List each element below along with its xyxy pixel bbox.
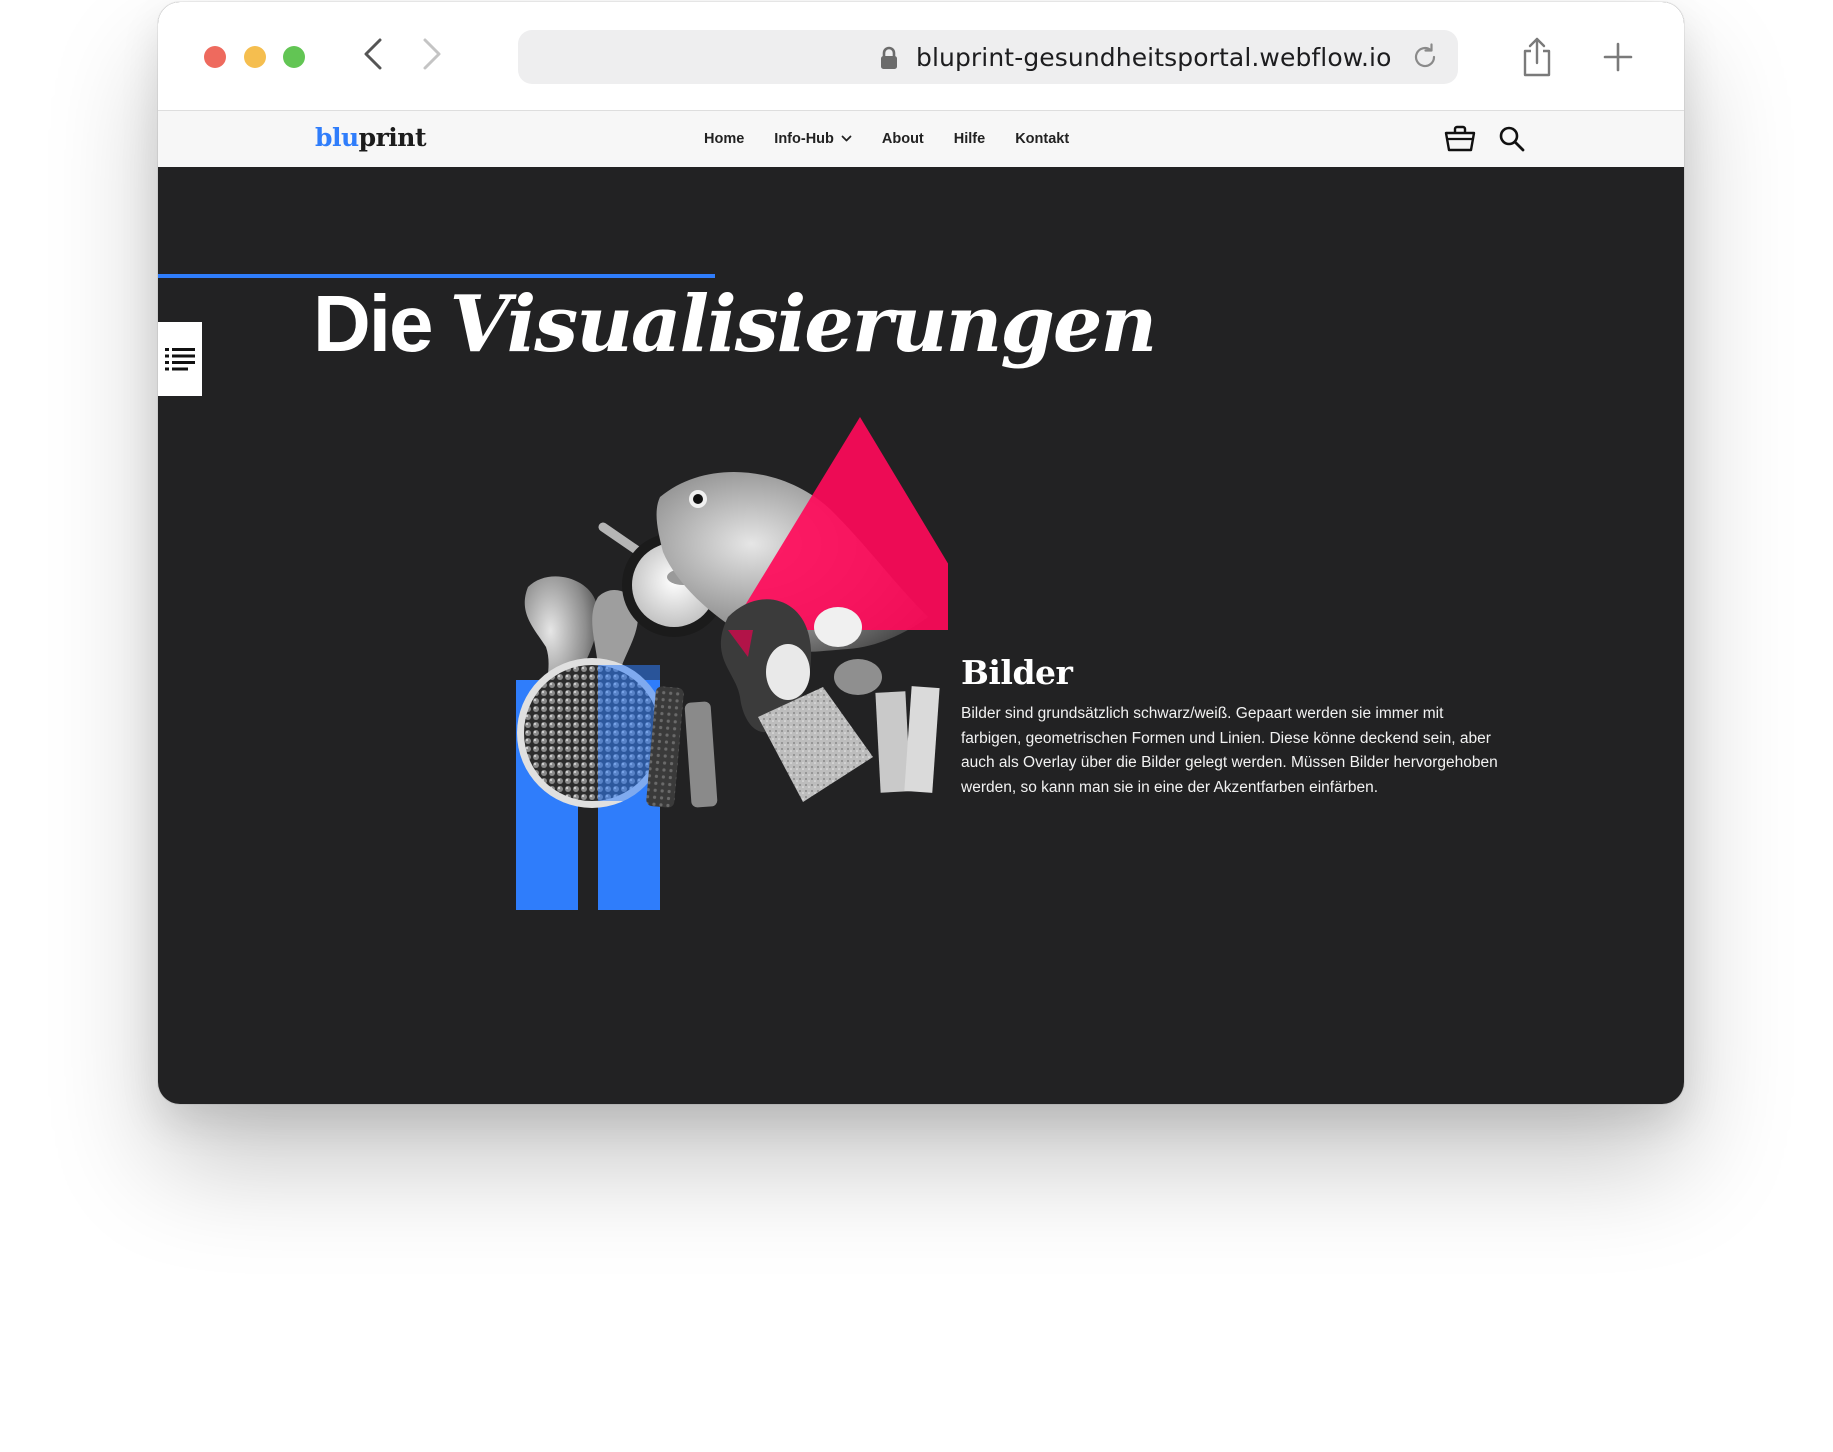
minimize-window-button[interactable] <box>244 46 266 68</box>
back-arrow-icon[interactable] <box>361 34 385 74</box>
nav-link-hilfe[interactable]: Hilfe <box>954 131 985 147</box>
egg <box>814 607 862 647</box>
table-of-contents-toggle[interactable] <box>158 322 202 396</box>
forward-arrow-icon[interactable] <box>420 34 444 74</box>
reload-icon[interactable] <box>1410 42 1440 72</box>
site-navigation: bluprint Home Info-Hub About Hilfe Konta… <box>158 111 1684 278</box>
nav-link-kontakt[interactable]: Kontakt <box>1015 131 1069 147</box>
logo-part-blu: blu <box>315 123 359 152</box>
browser-window: bluprint-gesundheitsportal.webflow.io bl… <box>158 2 1684 1104</box>
address-bar[interactable]: bluprint-gesundheitsportal.webflow.io <box>518 30 1458 84</box>
nav-link-info-hub[interactable]: Info-Hub <box>774 131 852 147</box>
egg <box>834 659 882 695</box>
nav-link-about[interactable]: About <box>882 131 924 147</box>
lock-icon <box>881 46 897 69</box>
maximize-window-button[interactable] <box>283 46 305 68</box>
site-logo[interactable]: bluprint <box>315 123 427 152</box>
share-icon[interactable] <box>1521 36 1553 78</box>
logo-part-print: print <box>358 123 427 152</box>
plus-icon[interactable] <box>1603 42 1633 72</box>
nav-link-info-hub-label: Info-Hub <box>774 131 834 147</box>
search-icon[interactable] <box>1498 125 1526 153</box>
heading-italic: Visualisierungen <box>449 279 1158 370</box>
section-description: Bilder sind grundsätzlich schwarz/weiß. … <box>961 705 1498 796</box>
url-text: bluprint-gesundheitsportal.webflow.io <box>916 43 1392 72</box>
chevron-down-icon <box>841 135 852 142</box>
list-icon <box>165 348 195 371</box>
food-collage-image <box>516 417 948 910</box>
asparagus <box>684 701 718 808</box>
nav-menu: Home Info-Hub About Hilfe Kontakt <box>704 131 1099 147</box>
section-title: Bilder <box>961 653 1073 692</box>
heading-plain: Die <box>313 279 433 368</box>
crispbread <box>904 686 940 793</box>
browser-toolbar: bluprint-gesundheitsportal.webflow.io <box>158 2 1684 111</box>
cart-icon[interactable] <box>1444 125 1476 153</box>
nav-link-home[interactable]: Home <box>704 131 744 147</box>
page-heading: Die Visualisierungen <box>313 278 1158 370</box>
close-window-button[interactable] <box>204 46 226 68</box>
egg <box>766 644 810 700</box>
